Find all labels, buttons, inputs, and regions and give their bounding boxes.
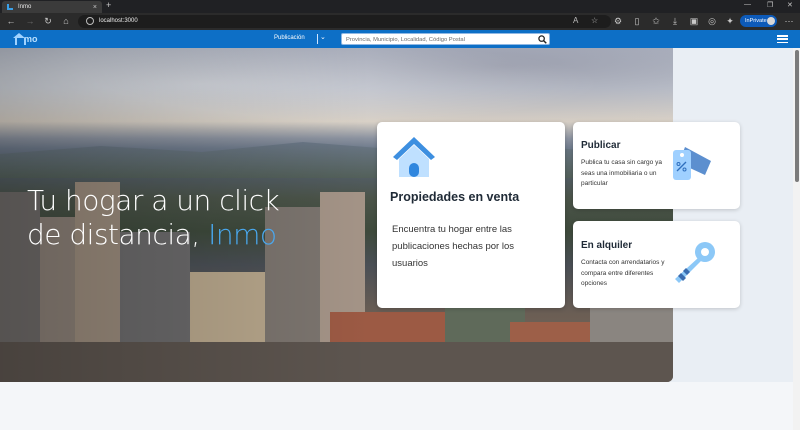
card-propiedades-venta[interactable]: Propiedades en venta Encuentra tu hogar … [377,122,565,308]
hero-title-accent: Inmo [208,218,277,251]
reload-icon[interactable]: ↻ [42,15,54,27]
minimize-button[interactable]: — [744,1,751,8]
app-navbar: mo Publicación ⌄ [0,30,800,48]
search-icon[interactable] [538,35,547,44]
card-title: En alquiler [581,240,633,251]
scrollbar-thumb[interactable] [795,50,799,182]
favicon-icon [7,4,13,10]
tab-title: Inmo [18,4,32,10]
favorites-icon[interactable]: ✩ [650,15,662,27]
card-title: Propiedades en venta [390,190,520,204]
search-box [341,33,550,45]
collections-icon[interactable]: ▣ [688,15,700,27]
browser-tab-bar: Inmo × + — ❐ ✕ [0,0,800,13]
chevron-down-icon[interactable]: ⌄ [320,33,326,41]
logo-text: mo [24,34,38,44]
menu-icon[interactable] [777,35,788,43]
more-options-icon[interactable]: ⋯ [783,15,795,27]
inmo-logo[interactable]: mo [13,33,38,45]
inprivate-label: InPrivate [745,18,767,24]
maximize-button[interactable]: ❐ [767,1,773,9]
downloads-icon[interactable]: ⤓ [669,15,681,27]
profile-avatar [767,17,775,25]
tab-close-icon[interactable]: × [93,4,97,11]
search-input[interactable] [346,35,536,44]
card-description: Contacta con arrendatarios y compara ent… [581,259,665,287]
nav-divider [317,34,318,44]
logo-house-icon [13,33,26,45]
read-aloud-icon[interactable]: A [573,16,578,25]
new-tab-button[interactable]: + [106,0,111,10]
extensions-icon[interactable]: ⚙ [612,15,624,27]
house-icon [393,137,435,177]
address-bar[interactable]: localhost:3000 A ☆ [78,15,611,28]
price-tag-icon [673,147,711,180]
favorite-star-icon[interactable]: ☆ [591,16,598,25]
screenshot-icon[interactable]: ◎ [706,15,718,27]
card-publicar[interactable]: Publicar Publica tu casa sin cargo ya se… [573,122,740,209]
close-window-button[interactable]: ✕ [787,1,793,9]
url-text: localhost:3000 [99,18,138,24]
back-icon[interactable]: ← [5,15,17,27]
forward-icon[interactable]: → [24,15,36,27]
hero-title: Tu hogar a un click de distancia, Inmo [27,184,327,252]
split-screen-icon[interactable]: ▯ [631,15,643,27]
inprivate-badge[interactable]: InPrivate [740,15,777,27]
hero-title-line1: Tu hogar a un click [27,184,280,217]
site-info-icon[interactable] [86,17,94,25]
card-description: Encuentra tu hogar entre las publicacion… [392,224,514,269]
card-title: Publicar [581,140,621,151]
hero-banner: Tu hogar a un click de distancia, Inmo [0,48,673,382]
page-lower-section [0,382,793,430]
copilot-icon[interactable]: ✦ [724,15,736,27]
home-icon[interactable]: ⌂ [60,15,72,27]
publicacion-link[interactable]: Publicación [274,35,305,41]
browser-tab[interactable]: Inmo × [2,1,102,13]
key-icon [675,242,715,283]
hero-title-line2: de distancia, [27,218,209,251]
card-en-alquiler[interactable]: En alquiler Contacta con arrendatarios y… [573,221,740,308]
browser-toolbar: ← → ↻ ⌂ localhost:3000 A ☆ ⚙ ▯ ✩ ⤓ ▣ ◎ ✦… [0,13,800,30]
card-description: Publica tu casa sin cargo ya seas una in… [581,159,662,187]
